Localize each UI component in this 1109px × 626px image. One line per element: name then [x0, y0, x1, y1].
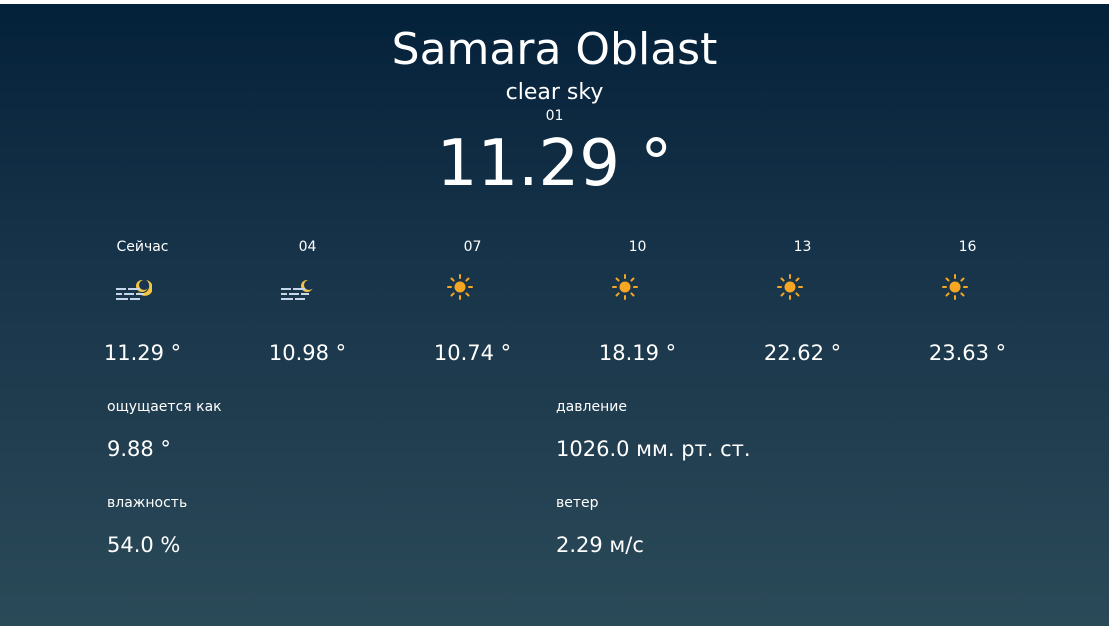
- current-temperature: 11.29 °: [436, 127, 673, 201]
- forecast-time: 13: [793, 239, 812, 255]
- sun-icon: [942, 274, 968, 300]
- pressure-label: давление: [556, 399, 627, 415]
- humidity-value: 54.0 %: [107, 533, 181, 557]
- pressure-detail: давление 1026.0 мм. рт. ст.: [556, 398, 956, 462]
- forecast-time: 04: [298, 239, 317, 255]
- forecast-item: 13 22.62 °: [720, 234, 885, 374]
- fog-moon-icon: [281, 280, 314, 300]
- fog-moon-icon: [116, 280, 152, 300]
- forecast-temp: 22.62 °: [763, 341, 842, 365]
- humidity-label: влажность: [107, 495, 188, 511]
- forecast-temp: 10.74 °: [433, 341, 512, 365]
- forecast-time: Сейчас: [116, 239, 169, 255]
- forecast-temp: 18.19 °: [598, 341, 677, 365]
- forecast-item: 07 10.74 °: [390, 234, 555, 374]
- wind-value: 2.29 м/с: [556, 533, 644, 557]
- city-title: Samara Oblast: [391, 24, 718, 75]
- sun-icon: [447, 274, 473, 300]
- forecast-time: 16: [958, 239, 977, 255]
- pressure-value: 1026.0 мм. рт. ст.: [556, 437, 751, 461]
- forecast-time: 10: [628, 239, 647, 255]
- forecast-item: 16 23.63 °: [885, 234, 1050, 374]
- humidity-detail: влажность 54.0 %: [107, 494, 507, 558]
- feels-like-value: 9.88 °: [107, 437, 171, 461]
- feels-like-label: ощущается как: [107, 399, 222, 415]
- wind-label: ветер: [556, 495, 599, 511]
- forecast-time: 07: [463, 239, 482, 255]
- sun-icon: [777, 274, 803, 300]
- hourly-forecast: Сейчас 11.29 ° 04 10.98 ° 07 10.74 ° 10 …: [60, 234, 1050, 374]
- weather-app: Samara Oblast clear sky 01 11.29 ° Сейча…: [0, 4, 1109, 626]
- forecast-temp: 10.98 °: [268, 341, 347, 365]
- wind-detail: ветер 2.29 м/с: [556, 494, 956, 558]
- forecast-item: 10 18.19 °: [555, 234, 720, 374]
- forecast-item: Сейчас 11.29 °: [60, 234, 225, 374]
- sun-icon: [612, 274, 638, 300]
- forecast-item: 04 10.98 °: [225, 234, 390, 374]
- forecast-temp: 11.29 °: [103, 341, 182, 365]
- feels-like-detail: ощущается как 9.88 °: [107, 398, 507, 462]
- forecast-temp: 23.63 °: [928, 341, 1007, 365]
- weather-description: clear sky: [505, 80, 604, 105]
- weather-code: 01: [545, 108, 564, 124]
